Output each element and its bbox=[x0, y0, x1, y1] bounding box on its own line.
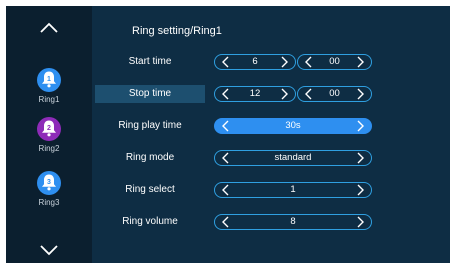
stop-time-label[interactable]: Stop time bbox=[95, 85, 205, 103]
bell-icon: 3 bbox=[36, 170, 62, 196]
sidebar-item-ring1[interactable]: 1 Ring1 bbox=[24, 67, 74, 104]
start-time-label: Start time bbox=[128, 56, 172, 67]
ring-settings-screen: 1 Ring1 2 Ring2 3 Ring3 Ring setting/Rin… bbox=[6, 6, 450, 263]
ring-mode-selector[interactable]: standard bbox=[214, 150, 372, 166]
ring-number: 1 bbox=[47, 76, 51, 83]
ring-play-time-selector[interactable]: 30s bbox=[214, 118, 372, 134]
scroll-up-button[interactable] bbox=[34, 16, 64, 38]
ring-play-time-label: Ring play time bbox=[118, 120, 182, 131]
ring-sidebar: 1 Ring1 2 Ring2 3 Ring3 bbox=[6, 6, 92, 263]
bell-icon: 1 bbox=[36, 67, 62, 93]
stop-time-minute-value: 00 bbox=[329, 88, 340, 99]
sidebar-item-ring2[interactable]: 2 Ring2 bbox=[24, 116, 74, 153]
chevron-left-icon[interactable] bbox=[221, 88, 231, 100]
ring-mode-label: Ring mode bbox=[125, 152, 175, 163]
chevron-right-icon[interactable] bbox=[355, 56, 365, 68]
start-time-minute-value: 00 bbox=[329, 56, 340, 67]
stop-time-hour-selector[interactable]: 12 bbox=[214, 86, 296, 102]
chevron-left-icon[interactable] bbox=[221, 184, 231, 196]
chevron-right-icon[interactable] bbox=[355, 88, 365, 100]
chevron-right-icon[interactable] bbox=[355, 184, 365, 196]
chevron-right-icon[interactable] bbox=[355, 120, 365, 132]
sidebar-item-ring3[interactable]: 3 Ring3 bbox=[24, 170, 74, 207]
chevron-left-icon[interactable] bbox=[304, 56, 314, 68]
stop-time-hour-value: 12 bbox=[249, 88, 261, 99]
chevron-left-icon[interactable] bbox=[221, 120, 231, 132]
ring-select-value: 1 bbox=[290, 184, 296, 195]
ring-select-selector[interactable]: 1 bbox=[214, 182, 372, 198]
ring-volume-label: Ring volume bbox=[122, 216, 178, 227]
chevron-left-icon[interactable] bbox=[221, 152, 231, 164]
chevron-left-icon[interactable] bbox=[221, 56, 231, 68]
ring-volume-selector[interactable]: 8 bbox=[214, 214, 372, 230]
ring-select-label: Ring select bbox=[125, 184, 175, 195]
start-time-hour-selector[interactable]: 6 bbox=[214, 54, 296, 70]
ring-number: 3 bbox=[47, 179, 51, 186]
ring-volume-value: 8 bbox=[290, 216, 296, 227]
chevron-up-icon bbox=[40, 22, 58, 33]
chevron-left-icon[interactable] bbox=[221, 216, 231, 228]
ring-play-time-value: 30s bbox=[285, 120, 301, 131]
bell-icon: 2 bbox=[36, 116, 62, 142]
sidebar-item-label: Ring3 bbox=[38, 198, 60, 207]
chevron-down-icon bbox=[40, 245, 58, 256]
start-time-hour-value: 6 bbox=[252, 56, 258, 67]
ring-number: 2 bbox=[47, 125, 51, 132]
chevron-right-icon[interactable] bbox=[279, 88, 289, 100]
chevron-left-icon[interactable] bbox=[304, 88, 314, 100]
sidebar-item-label: Ring2 bbox=[38, 144, 60, 153]
start-time-minute-selector[interactable]: 00 bbox=[297, 54, 372, 70]
scroll-down-button[interactable] bbox=[34, 240, 64, 262]
breadcrumb: Ring setting/Ring1 bbox=[132, 25, 222, 37]
chevron-right-icon[interactable] bbox=[279, 56, 289, 68]
chevron-right-icon[interactable] bbox=[355, 216, 365, 228]
stop-time-minute-selector[interactable]: 00 bbox=[297, 86, 372, 102]
ring-mode-value: standard bbox=[274, 152, 312, 163]
chevron-right-icon[interactable] bbox=[355, 152, 365, 164]
sidebar-item-label: Ring1 bbox=[38, 95, 60, 104]
